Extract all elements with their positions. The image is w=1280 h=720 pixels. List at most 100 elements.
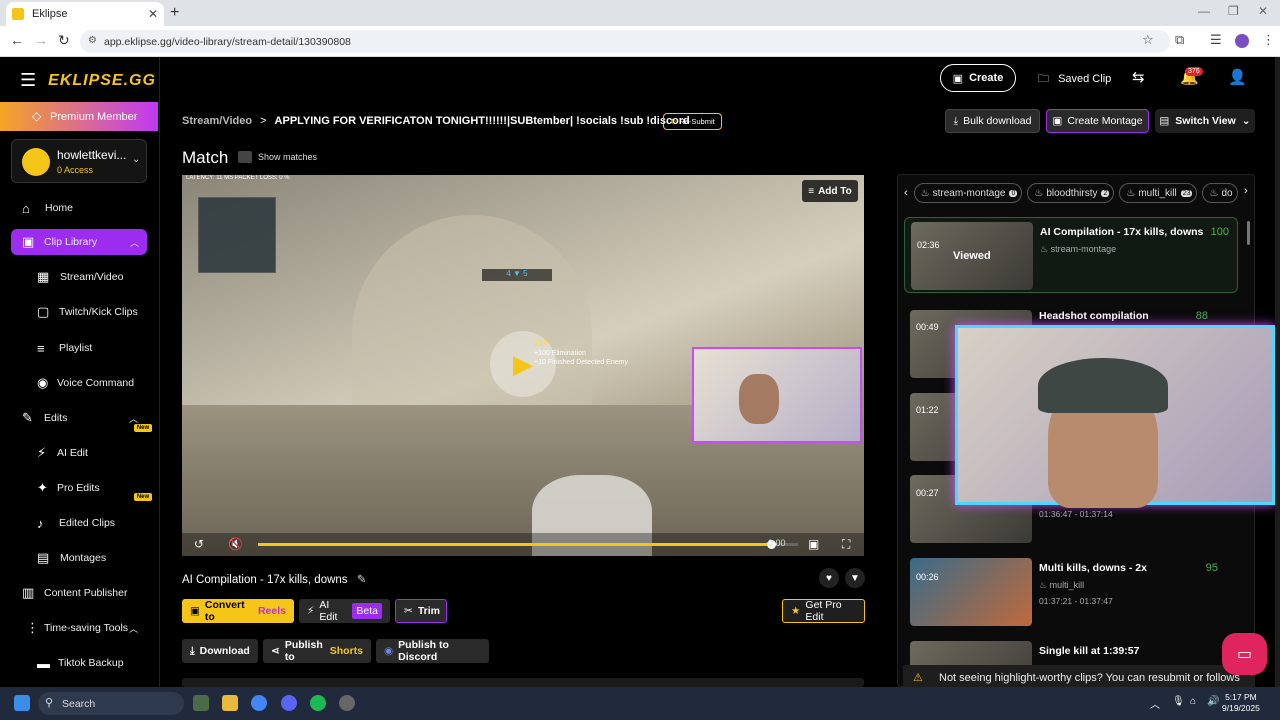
publish-to-shorts-button[interactable]: ⋖ Publish to Shorts (263, 639, 371, 663)
chevron-right-icon[interactable]: › (1244, 185, 1248, 197)
chevron-down-icon[interactable]: ⌄ (132, 154, 140, 165)
user-card[interactable]: howlettkevi... 0 Access ⌄ (11, 139, 147, 183)
magic-wand-icon: ⚡ (307, 605, 315, 617)
ai-edit-button[interactable]: ⚡ AI Edit Beta (299, 599, 390, 623)
spotify-icon[interactable] (310, 695, 326, 711)
chevron-up-icon[interactable]: ︿ (129, 412, 138, 425)
chrome-icon[interactable] (251, 695, 267, 711)
url-field[interactable]: ⚙ app.eklipse.gg/video-library/stream-de… (80, 30, 1170, 53)
publish-to-discord-button[interactable]: ◉ Publish to Discord (376, 639, 489, 663)
chevron-up-icon[interactable]: ︿ (129, 622, 138, 635)
floating-facecam-overlay[interactable] (955, 325, 1275, 508)
create-button[interactable]: ▣ Create (940, 64, 1016, 92)
list-view-icon: ▤ (1159, 115, 1170, 127)
saved-clip-button[interactable]: 🗀 Saved Clip (1038, 70, 1111, 89)
account-icon[interactable]: 👤 (1228, 68, 1247, 86)
show-matches-toggle[interactable]: Show matches (238, 151, 317, 163)
panel-scrollbar[interactable] (1247, 221, 1250, 245)
sidebar-item-content-publisher[interactable]: ▥ Content Publisher (0, 580, 158, 606)
browser-tab[interactable]: Eklipse ✕ (6, 2, 164, 26)
sidebar-item-time-saving-tools[interactable]: ⋮ Time-saving Tools ︿ (0, 615, 158, 641)
list-item[interactable]: 02:36 Viewed AI Compilation - 17x kills,… (904, 217, 1238, 293)
create-montage-button[interactable]: ▣ Create Montage (1046, 109, 1149, 133)
download-button[interactable]: ⤓ Download (182, 639, 258, 663)
window-close-icon[interactable]: ✕ (1258, 4, 1268, 18)
tag-chip[interactable]: ♨ bloodthirsty 2 (1027, 183, 1115, 203)
sidebar-item-montages[interactable]: ▤ Montages (0, 545, 158, 571)
premium-member-banner[interactable]: ◇ Premium Member (0, 102, 158, 131)
restore-icon[interactable]: ❐ (1228, 4, 1239, 18)
logo[interactable]: ☰ EKLIPSE.GG (20, 70, 156, 91)
sidebar-item-twitch-kick-clips[interactable]: ▢ Twitch/Kick Clips (0, 299, 158, 325)
trim-button[interactable]: ✂ Trim (395, 599, 447, 623)
taskbar-search[interactable]: ⚲ Search (38, 692, 184, 715)
convert-to-reels-button[interactable]: ▣ Convert to Reels (182, 599, 294, 623)
new-tab-button[interactable]: + (170, 4, 179, 22)
bulk-download-button[interactable]: ⤓ Bulk download (945, 109, 1040, 133)
play-icon[interactable]: ▶ (490, 331, 556, 397)
list-item[interactable]: 00:26 Multi kills, downs - 2x 95 ♨ multi… (904, 554, 1238, 630)
browser-menu-icon[interactable]: ⋮ (1262, 32, 1275, 48)
sidebar-item-clip-library[interactable]: ▣ Clip Library ︿ (11, 229, 147, 255)
stream-title: APPLYING FOR VERIFICATON TONIGHT!!!!!!|S… (274, 115, 690, 127)
profile-avatar-icon[interactable] (1235, 34, 1249, 48)
sidebar-item-edited-clips[interactable]: ♪ Edited Clips (0, 510, 158, 536)
resubmit-button[interactable]: ↻ Re-Submit (663, 113, 722, 130)
sidebar-item-voice-command[interactable]: ◉ Voice Command (0, 370, 158, 396)
breadcrumb-root[interactable]: Stream/Video (182, 115, 252, 127)
get-pro-edit-button[interactable]: ★ Get Pro Edit (782, 599, 865, 623)
sidebar-item-playlist[interactable]: ≡ Playlist (0, 335, 158, 361)
dislike-icon[interactable]: ▼ (845, 568, 865, 588)
picture-in-picture-icon[interactable]: ▣ (808, 537, 819, 551)
reload-icon[interactable]: ↻ (58, 32, 70, 49)
site-info-icon[interactable]: ⚙ (88, 35, 97, 46)
app-icon[interactable] (339, 695, 355, 711)
windows-start-icon[interactable] (14, 695, 30, 711)
mute-icon[interactable]: 🔇 (228, 537, 243, 551)
edit-pencil-icon[interactable]: ✎ (357, 574, 367, 586)
add-to-button[interactable]: ≡ Add To (802, 180, 858, 202)
sidebar-item-stream-video[interactable]: ▦ Stream/Video (0, 264, 158, 290)
tag-chip[interactable]: ♨ stream-montage 0 (913, 183, 1023, 203)
star-icon: ★ (791, 605, 801, 617)
page-scrollbar[interactable] (1275, 57, 1280, 687)
hamburger-menu-icon[interactable]: ☰ (20, 70, 36, 91)
chevron-up-icon[interactable]: ︿ (130, 236, 139, 249)
tab-close-icon[interactable]: ✕ (148, 7, 158, 21)
reading-list-icon[interactable]: ☰ (1210, 32, 1222, 48)
tray-chevron-icon[interactable]: ︿ (1150, 696, 1160, 711)
sidebar-item-tiktok-backup[interactable]: ▬ Tiktok Backup (0, 650, 158, 676)
file-explorer-icon[interactable] (222, 695, 238, 711)
bookmark-star-icon[interactable]: ☆ (1142, 32, 1154, 48)
edits-icon: ✎ (22, 410, 33, 425)
page-title: Match (182, 148, 229, 167)
minimize-icon[interactable]: — (1198, 4, 1210, 18)
fullscreen-icon[interactable]: ⛶ (842, 537, 850, 552)
video-progress-bar[interactable] (258, 540, 798, 549)
sync-icon[interactable]: ⇆ (1132, 68, 1145, 86)
sidebar-item-ai-edit[interactable]: ⚡ AI Edit (0, 440, 158, 466)
like-icon[interactable]: ♥ (819, 568, 839, 588)
forward-icon[interactable]: → (34, 32, 48, 48)
microphone-icon[interactable]: 🎙 (1172, 696, 1185, 707)
chat-support-button[interactable]: ▭ (1222, 633, 1267, 675)
tag-chip[interactable]: ♨ multi_kill 23 (1119, 183, 1198, 203)
discord-icon[interactable] (281, 695, 297, 711)
diamond-icon: ◇ (32, 109, 42, 123)
volume-icon[interactable]: 🔊 (1207, 696, 1219, 707)
sidebar-item-home[interactable]: ⌂ Home (0, 195, 158, 221)
chevron-left-icon[interactable]: ‹ (904, 187, 908, 199)
network-icon[interactable]: ⌂ (1190, 696, 1196, 707)
sidebar-item-pro-edits[interactable]: ✦ Pro Edits (0, 475, 158, 501)
sidebar-item-edits[interactable]: ✎ Edits ︿ (0, 405, 158, 431)
video-player[interactable]: LATENCY: 11 MS PACKET LOSS: 0 % 4 ▼ 5 11… (182, 175, 864, 556)
tag-chip[interactable]: ♨ do (1202, 183, 1238, 203)
taskbar-clock[interactable]: 5:17 PM 9/19/2025 (1222, 692, 1260, 714)
viewed-label: Viewed (953, 250, 991, 262)
widgets-icon[interactable] (193, 695, 209, 711)
back-icon[interactable]: ← (10, 32, 24, 48)
switch-view-button[interactable]: ▤ Switch View ⌄ (1155, 109, 1255, 133)
extension-icon[interactable]: ⧉ (1175, 32, 1184, 48)
replay-icon[interactable]: ↺ (194, 537, 204, 551)
app-header: ▣ Create 🗀 Saved Clip ⇆ 🔔 376 👤 (160, 57, 1280, 99)
